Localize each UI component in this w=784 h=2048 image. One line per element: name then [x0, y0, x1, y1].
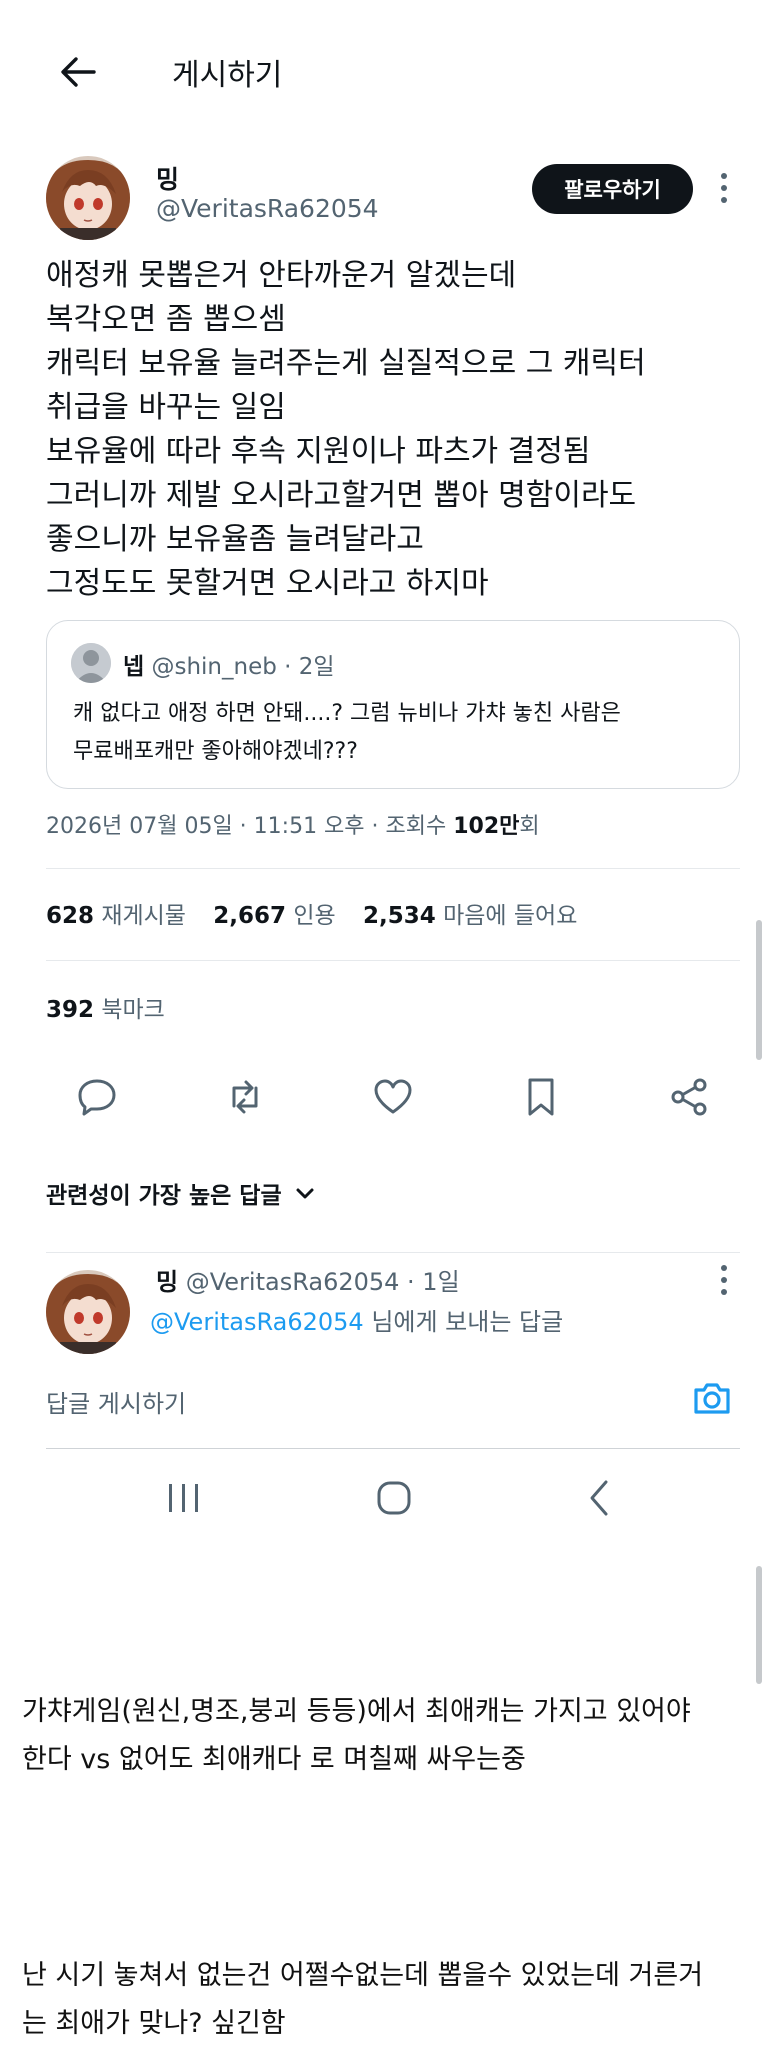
like-count[interactable]: 2,534 — [363, 903, 436, 929]
caption-line: 난 시기 놓쳐서 없는건 어쩔수없는데 뽑을수 있었는데 거른거 — [22, 1960, 704, 1991]
post-line: 복각오면 좀 뽑으셈 — [46, 302, 286, 337]
reply-icon[interactable] — [76, 1076, 118, 1118]
quote-meta: @shin_neb · 2일 — [151, 654, 335, 680]
post-line: 애정캐 못뽑은거 안타까운거 알겠는데 — [46, 258, 517, 293]
replying-to-suffix: 님에게 보내는 답글 — [363, 1308, 564, 1336]
author-name[interactable]: 밍 — [156, 160, 179, 196]
post-line: 그러니까 제발 오시라고할거면 뽑아 명함이라도 — [46, 478, 637, 513]
scrollbar[interactable] — [756, 1566, 762, 1684]
bookmark-icon[interactable] — [520, 1076, 562, 1118]
post-line: 보유율에 따라 후속 지원이나 파츠가 결정됨 — [46, 434, 591, 469]
caption-paragraph: 가챠게임(원신,명조,붕괴 등등)에서 최애캐는 가지고 있어야 한다 vs 없… — [22, 1688, 691, 1784]
quoted-post[interactable]: 넵 @shin_neb · 2일 캐 없다고 애정 하면 안돼....? 그럼 … — [46, 620, 740, 789]
post-datetime: 2026년 07월 05일 · 11:51 오후 · 조회수 — [46, 814, 454, 839]
avatar[interactable] — [46, 156, 130, 240]
divider — [46, 960, 740, 961]
share-icon[interactable] — [668, 1076, 710, 1118]
quote-avatar — [71, 643, 111, 683]
reply-author-name[interactable]: 밍 — [156, 1268, 178, 1296]
post-line: 취급을 바꾸는 일임 — [46, 390, 286, 425]
quote-line: 무료배포캐만 좋아해야겠네??? — [73, 739, 358, 764]
repost-icon[interactable] — [224, 1076, 266, 1118]
reply-meta: @VeritasRa62054 · 1일 — [185, 1268, 460, 1296]
divider — [46, 1448, 740, 1449]
reply-header: 밍 @VeritasRa62054 · 1일 — [156, 1262, 460, 1297]
post-text: 애정캐 못뽑은거 안타까운거 알겠는데 복각오면 좀 뽑으셈 캐릭터 보유율 늘… — [46, 254, 646, 606]
replying-to: @VeritasRa62054 님에게 보내는 답글 — [150, 1302, 563, 1337]
home-icon[interactable] — [374, 1478, 414, 1518]
follow-button[interactable]: 팔로우하기 — [532, 164, 693, 214]
reply-sort-selector[interactable]: 관련성이 가장 높은 답글 — [46, 1176, 316, 1210]
engagement-stats: 628 재게시물 2,667 인용 2,534 마음에 들어요 — [46, 896, 597, 930]
quote-header: 넵 @shin_neb · 2일 — [123, 647, 335, 681]
arrow-left-icon[interactable] — [58, 52, 98, 92]
quote-text: 캐 없다고 애정 하면 안돼....? 그럼 뉴비나 가챠 놓친 사람은 무료배… — [73, 695, 621, 771]
post-line: 캐릭터 보유율 늘려주는게 실질적으로 그 캐릭터 — [46, 346, 646, 381]
more-vertical-icon[interactable] — [718, 1262, 730, 1298]
back-nav-icon[interactable] — [584, 1478, 614, 1518]
quote-author-name: 넵 — [123, 654, 145, 680]
recent-apps-icon[interactable] — [166, 1478, 202, 1518]
divider — [46, 868, 740, 869]
more-vertical-icon[interactable] — [718, 170, 730, 206]
chevron-down-icon — [296, 1188, 314, 1199]
caption-line: 가챠게임(원신,명조,붕괴 등등)에서 최애캐는 가지고 있어야 — [22, 1696, 691, 1727]
author-handle[interactable]: @VeritasRa62054 — [156, 194, 379, 223]
heart-icon[interactable] — [372, 1076, 414, 1118]
reply-sort-label: 관련성이 가장 높은 답글 — [46, 1183, 282, 1209]
divider — [46, 1252, 740, 1253]
post-timestamp: 2026년 07월 05일 · 11:51 오후 · 조회수 102만회 — [46, 808, 540, 840]
bookmark-stats: 392 북마크 — [46, 990, 165, 1024]
repost-label[interactable]: 재게시물 — [101, 903, 186, 929]
post-line: 그정도도 못할거면 오시라고 하지마 — [46, 566, 489, 601]
view-count: 102만 — [453, 814, 520, 839]
top-bar: 게시하기 — [0, 0, 784, 130]
caption-line: 한다 vs 없어도 최애캐다 로 며칠째 싸우는중 — [22, 1744, 526, 1775]
repost-count[interactable]: 628 — [46, 903, 94, 929]
caption-paragraph: 난 시기 놓쳐서 없는건 어쩔수없는데 뽑을수 있었는데 거른거 는 최애가 맞… — [22, 1952, 703, 2048]
avatar[interactable] — [46, 1270, 130, 1354]
page-title: 게시하기 — [172, 58, 283, 93]
quote-count[interactable]: 2,667 — [213, 903, 286, 929]
like-label[interactable]: 마음에 들어요 — [443, 903, 577, 929]
reply-input[interactable]: 답글 게시하기 — [46, 1384, 186, 1419]
bookmark-label: 북마크 — [101, 997, 165, 1023]
replying-to-handle[interactable]: @VeritasRa62054 — [150, 1308, 364, 1336]
view-suffix: 회 — [519, 814, 540, 839]
quote-label[interactable]: 인용 — [293, 903, 335, 929]
camera-icon[interactable] — [690, 1376, 734, 1420]
scrollbar[interactable] — [756, 920, 762, 1060]
quote-line: 캐 없다고 애정 하면 안돼....? 그럼 뉴비나 가챠 놓친 사람은 — [73, 701, 621, 726]
caption-line: 는 최애가 맞나? 싶긴함 — [22, 2008, 286, 2039]
post-line: 좋으니까 보유율좀 늘려달라고 — [46, 522, 424, 557]
bookmark-count: 392 — [46, 997, 95, 1023]
